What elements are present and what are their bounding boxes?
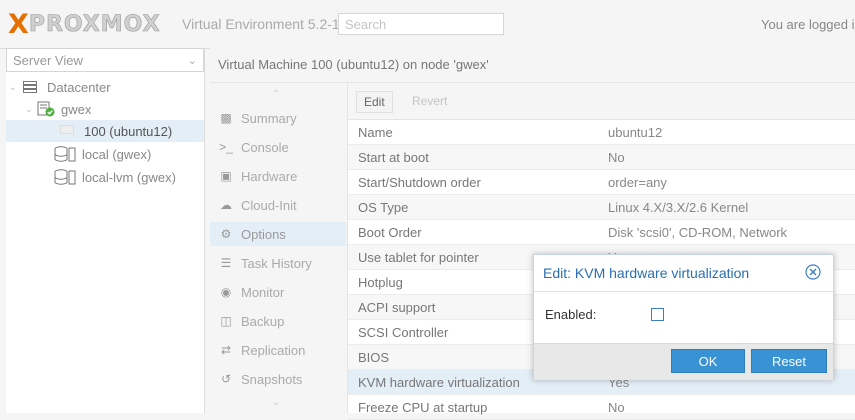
nav-item-label: Task History [241,255,312,271]
resource-tree-panel: Server View ⌄ ⌄ Datacenter ⌄ gwex 100 (u… [6,48,205,413]
version-label: Virtual Environment 5.2-1 [182,16,340,32]
nav-item-console[interactable]: >_ Console [210,135,346,159]
nav-item-label: Replication [241,342,306,358]
tree-item-label: local (gwex) [82,146,152,162]
option-value: order=any [608,174,667,190]
nav-item-label: Cloud-Init [241,197,297,213]
tree-item-label: 100 (ubuntu12) [84,123,173,139]
ok-button[interactable]: OK [671,349,745,373]
logo-x: X [8,8,29,40]
server-view-select[interactable]: Server View ⌄ [6,48,204,72]
vm-icon [60,125,74,137]
tree-item-label: local-lvm (gwex) [82,169,176,185]
option-value: No [608,399,625,415]
option-row-os-type[interactable]: OS Type Linux 4.X/3.X/2.6 Kernel [348,195,855,220]
enabled-checkbox[interactable] [651,308,664,321]
server-view-label: Server View [13,52,83,68]
collapse-icon[interactable]: ⌄ [25,104,35,115]
hardware-icon: ▣ [220,169,232,183]
option-name: Name [358,124,393,140]
tree-item-label: gwex [61,101,92,117]
storage-icon [54,146,76,162]
reset-button[interactable]: Reset [751,349,827,373]
nav-item-options[interactable]: ⚙ Options [210,222,346,246]
collapse-icon[interactable]: ⌄ [9,82,19,93]
edit-button[interactable]: Edit [356,91,393,113]
floppy-icon: ◫ [220,314,232,328]
option-row-name[interactable]: Name ubuntu12 [348,120,855,145]
close-icon[interactable] [805,264,821,280]
tree-item-storage-local[interactable]: local (gwex) [6,143,204,165]
tree-item-node-gwex[interactable]: ⌄ gwex [6,98,204,120]
scroll-down-icon[interactable]: ⌄ [272,397,280,408]
list-icon: ☰ [220,256,232,270]
option-name: Boot Order [358,224,422,240]
console-icon: >_ [219,140,233,154]
cloud-icon: ☁ [220,198,232,212]
vm-title: Virtual Machine 100 (ubuntu12) on node '… [218,57,489,72]
tree-item-datacenter[interactable]: ⌄ Datacenter [6,76,204,98]
tree-item-label: Datacenter [47,79,111,95]
vm-nav: ⌃ ▩ Summary >_ Console ▣ Hardware ☁ Clou… [210,83,346,413]
options-toolbar: Edit Revert [348,83,855,120]
nav-item-label: Options [241,226,286,242]
option-name: Start/Shutdown order [358,174,481,190]
history-icon: ↺ [220,372,232,386]
enabled-label: Enabled: [545,307,597,322]
option-value: Disk 'scsi0', CD-ROM, Network [608,224,788,240]
option-name: Freeze CPU at startup [358,399,488,415]
nav-item-label: Monitor [241,284,285,300]
option-value: ubuntu12 [608,124,663,140]
proxmox-logo[interactable]: X PROXMOX [8,8,176,40]
nav-item-summary[interactable]: ▩ Summary [210,106,346,130]
tree-item-storage-local-lvm[interactable]: local-lvm (gwex) [6,166,204,188]
datacenter-icon [23,81,37,93]
nav-item-backup[interactable]: ◫ Backup [210,309,346,333]
nav-item-label: Snapshots [241,371,303,387]
scroll-up-icon[interactable]: ⌃ [272,89,280,100]
storage-icon [54,169,76,185]
nav-item-label: Summary [241,110,297,126]
option-name: Start at boot [358,149,429,165]
nav-item-snapshots[interactable]: ↺ Snapshots [210,367,346,391]
eye-icon: ◉ [220,285,232,299]
retweet-icon: ⇄ [220,343,232,357]
nav-item-label: Console [241,139,289,155]
option-value: Linux 4.X/3.X/2.6 Kernel [608,199,749,215]
nav-item-label: Hardware [241,168,298,184]
revert-button[interactable]: Revert [405,91,454,113]
gear-icon: ⚙ [220,227,232,241]
nav-item-label: Backup [241,313,285,329]
nav-item-cloud-init[interactable]: ☁ Cloud-Init [210,193,346,217]
nav-item-hardware[interactable]: ▣ Hardware [210,164,346,188]
node-online-icon [37,101,55,117]
edit-kvm-dialog: Edit: KVM hardware virtualization Enable… [533,254,834,380]
option-row-start-at-boot[interactable]: Start at boot No [348,145,855,170]
option-value: No [608,149,625,165]
dialog-title: Edit: KVM hardware virtualization [543,265,750,281]
option-row-freeze-cpu[interactable]: Freeze CPU at startup No [348,395,855,420]
logo-text: PROXMOX [28,11,161,37]
tree-item-vm-100[interactable]: 100 (ubuntu12) [6,120,204,142]
logged-in-label: You are logged i [761,17,855,32]
chevron-down-icon: ⌄ [187,54,197,67]
nav-item-monitor[interactable]: ◉ Monitor [210,280,346,304]
dialog-divider [534,291,833,292]
summary-icon: ▩ [220,111,232,125]
dialog-footer: OK Reset [534,343,833,380]
nav-item-task-history[interactable]: ☰ Task History [210,251,346,275]
nav-item-replication[interactable]: ⇄ Replication [210,338,346,362]
option-row-boot-order[interactable]: Boot Order Disk 'scsi0', CD-ROM, Network [348,220,855,245]
search-input[interactable] [338,13,504,35]
option-name: OS Type [358,199,409,215]
option-row-startup-order[interactable]: Start/Shutdown order order=any [348,170,855,195]
